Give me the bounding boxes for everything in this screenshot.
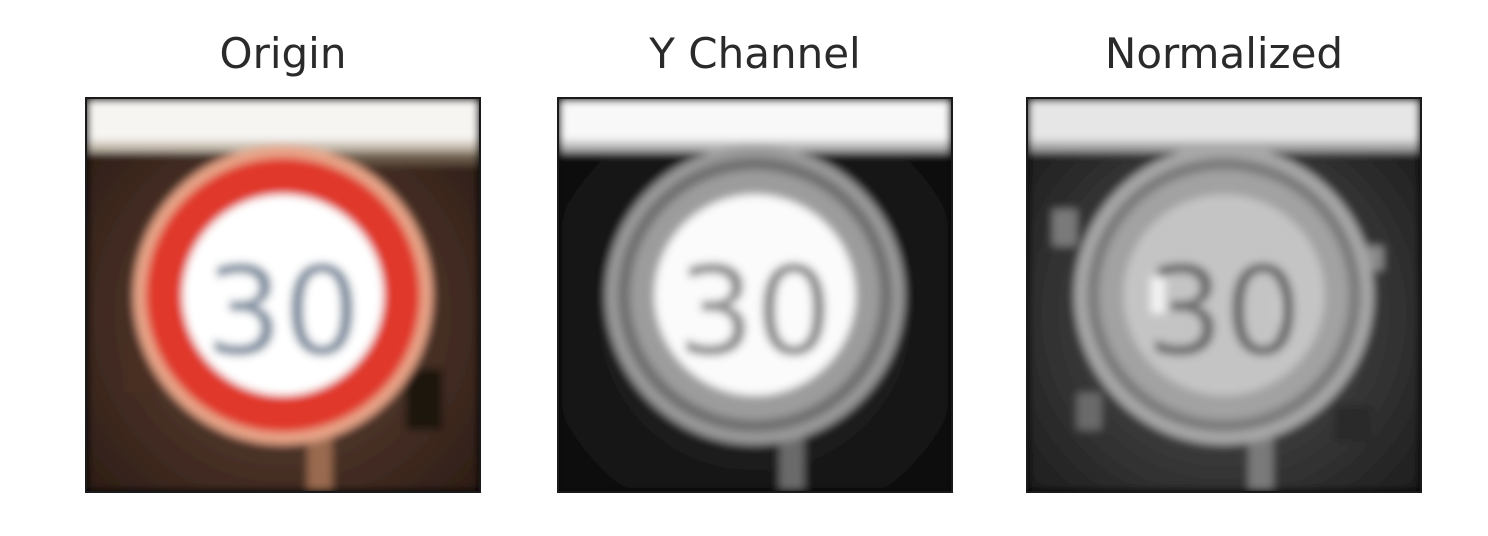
- panel-title-origin: Origin: [219, 29, 347, 78]
- sign-text-y-channel: 30: [677, 240, 833, 383]
- panel-title-normalized: Normalized: [1104, 29, 1344, 78]
- y-channel-image: 30: [557, 97, 953, 493]
- panel-y-channel: Y Channel 30: [555, 0, 955, 536]
- panel-title-y-channel: Y Channel: [649, 29, 861, 78]
- speed-limit-sign-gray-image: 30: [559, 99, 951, 491]
- panel-origin: Origin 30: [83, 0, 483, 536]
- sign-text-normalized: 30: [1146, 240, 1302, 383]
- panel-normalized: Normalized 30: [1024, 0, 1424, 536]
- normalized-image: 30: [1026, 97, 1422, 493]
- sign-text-origin: 30: [205, 240, 361, 383]
- speed-limit-sign-color-image: 30: [87, 99, 479, 491]
- speed-limit-sign-normalized-image: 30: [1028, 99, 1420, 491]
- origin-image: 30: [85, 97, 481, 493]
